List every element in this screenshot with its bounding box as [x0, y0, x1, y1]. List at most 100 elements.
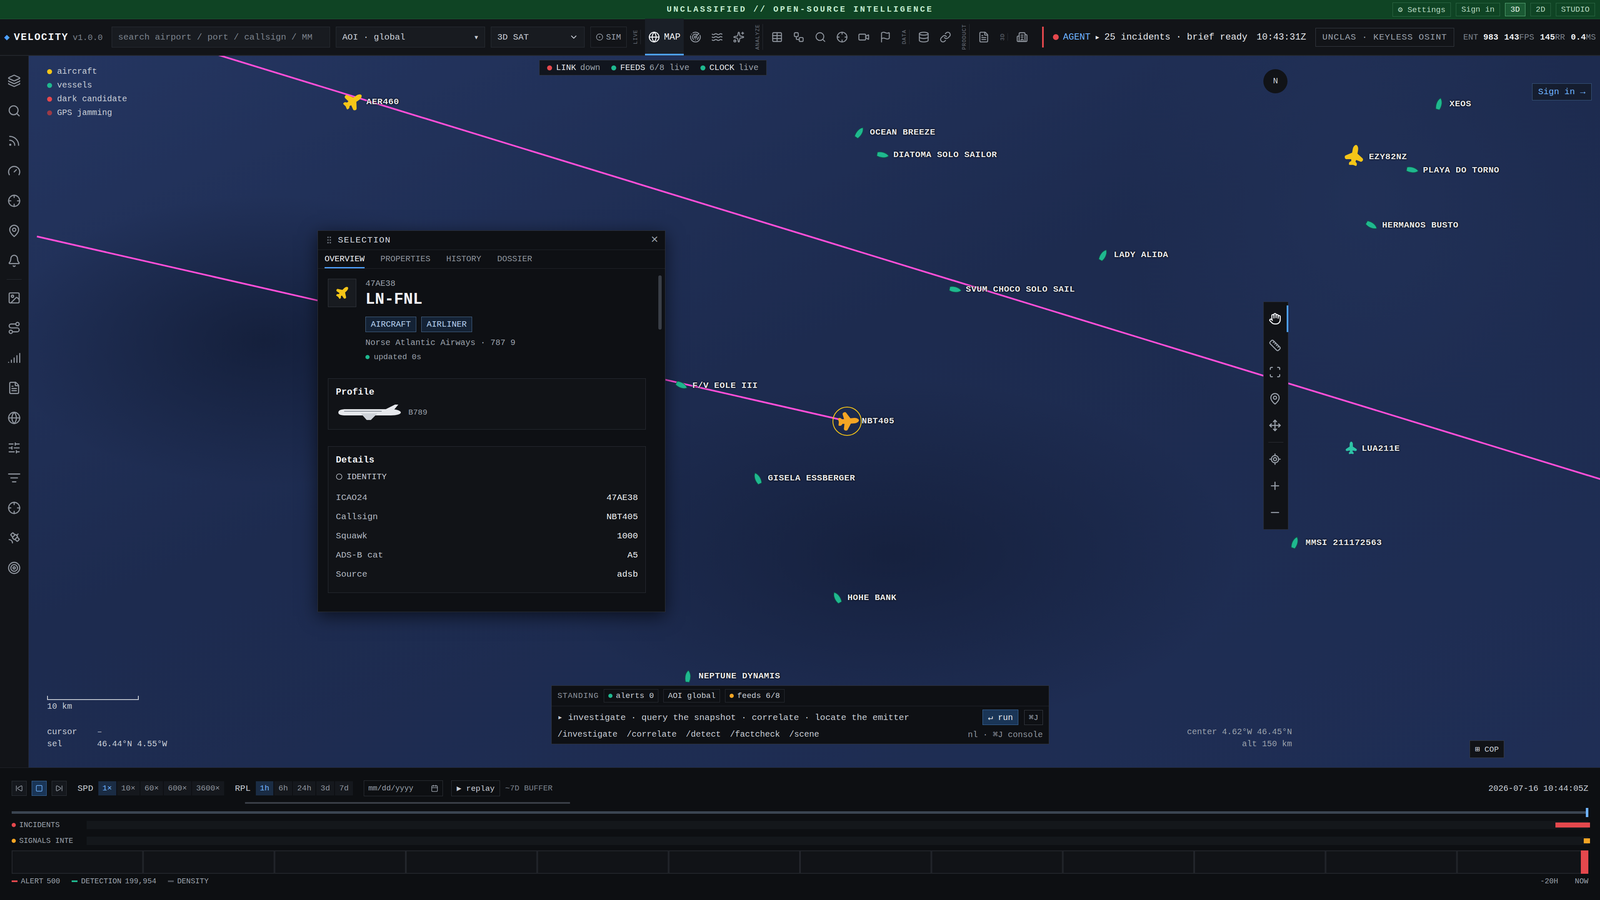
vessel-marker[interactable]: F/V EOLE III: [675, 379, 758, 392]
aoi-select[interactable]: AOI · global▾: [335, 26, 485, 48]
command-link[interactable]: /factcheck: [730, 729, 780, 740]
panel-tab[interactable]: DOSSIER: [497, 250, 533, 269]
vessel-marker[interactable]: LADY ALIDA: [1097, 248, 1169, 262]
scrollbar[interactable]: [658, 275, 662, 330]
speed-option[interactable]: 3600×: [192, 781, 225, 796]
range-option[interactable]: 6h: [274, 781, 293, 796]
sidebar-item[interactable]: [0, 65, 29, 96]
shortcut-button[interactable]: ⌘J: [1024, 710, 1043, 725]
speed-option[interactable]: 60×: [140, 781, 163, 796]
panel-tab[interactable]: OVERVIEW: [324, 250, 365, 269]
banner-button[interactable]: STUDIO: [1555, 2, 1595, 17]
sidebar-item[interactable]: [0, 462, 29, 493]
replay-button[interactable]: ▶ replay: [451, 780, 500, 797]
banner-button[interactable]: 3D: [1505, 2, 1526, 17]
run-button[interactable]: ↵ run: [982, 709, 1019, 725]
slider-thumb[interactable]: [1585, 807, 1589, 818]
map-tool[interactable]: [1263, 332, 1289, 359]
aircraft-marker[interactable]: LUA211E: [1345, 442, 1400, 455]
sidebar-item[interactable]: [0, 432, 29, 463]
transport-button[interactable]: [51, 780, 67, 796]
range-option[interactable]: 24h: [292, 781, 316, 796]
map-tool[interactable]: [1263, 445, 1289, 473]
vessel-marker[interactable]: GISELA ESSBERGER: [751, 472, 856, 485]
map-tool[interactable]: [1263, 385, 1289, 413]
toolbar-button[interactable]: [935, 18, 956, 56]
speed-option[interactable]: 600×: [163, 781, 192, 796]
map[interactable]: OCEAN BREEZE DIATOMA SOLO SAILOR LADY ALID…: [28, 55, 1600, 768]
speed-option[interactable]: 10×: [117, 781, 140, 796]
transport-button[interactable]: [11, 780, 27, 796]
toolbar-button[interactable]: [810, 18, 831, 56]
sim-button[interactable]: SIM: [590, 26, 627, 48]
brand[interactable]: ◆VELOCITYv1.0.0: [4, 31, 103, 43]
banner-button[interactable]: 2D: [1530, 2, 1551, 17]
vessel-marker[interactable]: NEPTUNE DYNAMIS: [681, 670, 781, 683]
sidebar-item[interactable]: [0, 372, 29, 403]
command-link[interactable]: /detect: [685, 729, 721, 740]
speed-option[interactable]: 1×: [98, 781, 117, 796]
basemap-select[interactable]: 3D SAT: [490, 26, 585, 48]
transport-button[interactable]: [31, 780, 47, 796]
vessel-marker[interactable]: DIATOMA SOLO SAILOR: [876, 148, 998, 162]
toolbar-button[interactable]: [853, 18, 874, 56]
command-console[interactable]: STANDINGalerts 0AOI globalfeeds 6/8▸ inv…: [551, 685, 1050, 745]
map-tool[interactable]: [1263, 412, 1289, 439]
sidebar-item[interactable]: [0, 522, 29, 553]
panel-tab[interactable]: HISTORY: [446, 250, 482, 269]
toolbar-button[interactable]: [767, 18, 788, 56]
command-link[interactable]: /correlate: [626, 729, 677, 740]
vessel-marker[interactable]: XEOS: [1432, 97, 1472, 110]
selection-panel[interactable]: SELECTION×OVERVIEW PROPERTIES HISTORY DOSSI…: [317, 230, 666, 613]
close-button[interactable]: ×: [650, 233, 659, 247]
map-tool[interactable]: [1263, 472, 1289, 500]
sidebar-item[interactable]: [0, 245, 29, 276]
banner-button[interactable]: Sign in: [1455, 2, 1500, 17]
search-input[interactable]: [111, 26, 330, 48]
range-option[interactable]: 7d: [335, 781, 353, 796]
sidebar-item[interactable]: [0, 155, 29, 186]
vessel-marker[interactable]: HOHE BANK: [830, 591, 897, 604]
map-tool[interactable]: [1263, 305, 1289, 333]
range-option[interactable]: 3d: [316, 781, 335, 796]
sidebar-item[interactable]: [0, 95, 29, 126]
toolbar-button[interactable]: [875, 18, 896, 56]
vessel-marker[interactable]: SVUM CHOCO SOLO SAIL: [949, 283, 1075, 296]
command-link[interactable]: /investigate: [557, 729, 618, 740]
sidebar-item[interactable]: [0, 185, 29, 216]
time-slider[interactable]: [11, 811, 1589, 814]
vessel-marker[interactable]: HERMANOS BUSTO: [1365, 219, 1459, 232]
range-option[interactable]: 1h: [255, 781, 274, 796]
compass[interactable]: N: [1263, 69, 1288, 94]
sidebar-item[interactable]: [0, 492, 29, 523]
command-link[interactable]: /scene: [789, 729, 820, 740]
sidebar-item[interactable]: [0, 342, 29, 373]
sidebar-item[interactable]: [0, 552, 29, 583]
sidebar-item[interactable]: [0, 125, 29, 156]
panel-header[interactable]: SELECTION×: [317, 230, 665, 250]
map-tool[interactable]: [1263, 358, 1289, 386]
sidebar-item[interactable]: [0, 312, 29, 343]
aircraft-marker[interactable]: NBT405: [836, 410, 895, 432]
map-tool[interactable]: [1263, 499, 1289, 526]
toolbar-button[interactable]: [1012, 18, 1033, 56]
toolbar-button[interactable]: [707, 18, 728, 56]
toolbar-button[interactable]: [913, 18, 934, 56]
sidebar-item[interactable]: [0, 282, 29, 313]
toolbar-button[interactable]: [832, 18, 853, 56]
banner-button[interactable]: ⚙ Settings: [1392, 2, 1451, 17]
toolbar-button[interactable]: MAP: [645, 18, 685, 56]
sign-in-button[interactable]: Sign in →: [1532, 83, 1592, 101]
toolbar-button[interactable]: [728, 18, 749, 56]
sidebar-item[interactable]: [0, 402, 29, 433]
toolbar-button[interactable]: [685, 18, 706, 56]
aircraft-marker[interactable]: EZY82NZ: [1343, 146, 1408, 168]
vessel-marker[interactable]: OCEAN BREEZE: [853, 126, 936, 139]
vessel-marker[interactable]: MMSI 211172563: [1288, 536, 1382, 549]
agent-status[interactable]: AGENT▸25 incidents · brief ready: [1052, 31, 1248, 43]
vessel-marker[interactable]: PLAYA DO TORNO: [1406, 163, 1500, 177]
console-input[interactable]: ▸ investigate · query the snapshot · cor…: [551, 706, 1049, 729]
cop-button[interactable]: ⊞ COP: [1469, 740, 1505, 758]
panel-tab[interactable]: PROPERTIES: [380, 250, 431, 269]
toolbar-button[interactable]: [973, 18, 994, 56]
